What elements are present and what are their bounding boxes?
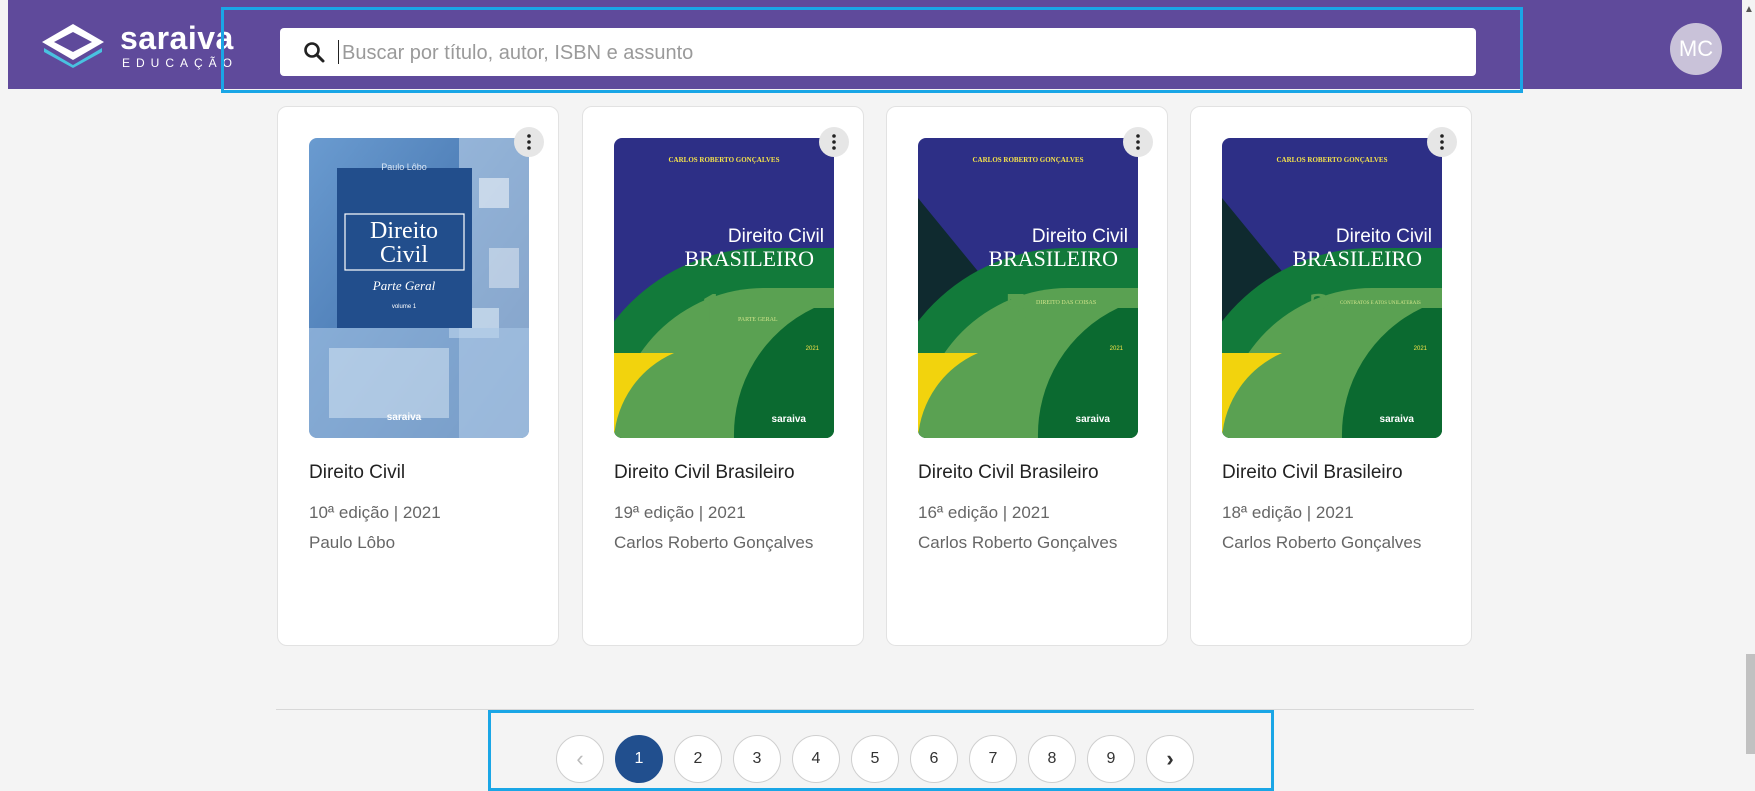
book-title[interactable]: Direito Civil	[309, 462, 405, 484]
scroll-up-arrow[interactable]: ▲	[1744, 4, 1754, 15]
saraiva-logo[interactable]: saraiva EDUCAÇÃO	[38, 20, 233, 72]
cover-year: 2021	[1110, 346, 1124, 352]
cover-author: Paulo Lôbo	[381, 162, 427, 172]
cover-year: 2021	[1414, 346, 1428, 352]
cover-art: CARLOS ROBERTO GONÇALVES Direito Civil B…	[1222, 138, 1442, 438]
cover-line1: Direito Civil	[1336, 226, 1432, 247]
cover-line1: Direito Civil	[1032, 226, 1128, 247]
page-button-5[interactable]: 5	[851, 735, 899, 783]
chevron-right-icon: ›	[1166, 746, 1174, 771]
page-button-4[interactable]: 4	[792, 735, 840, 783]
cover-line2: BRASILEIRO	[1292, 246, 1422, 271]
book-cover[interactable]: CARLOS ROBERTO GONÇALVES Direito Civil B…	[1222, 138, 1442, 438]
page-button-7[interactable]: 7	[969, 735, 1017, 783]
cover-line2: BRASILEIRO	[988, 246, 1118, 271]
more-options-button[interactable]	[1123, 127, 1153, 157]
cover-publisher: saraiva	[1380, 414, 1415, 425]
chevron-left-icon: ‹	[576, 746, 584, 771]
book-cover[interactable]: CARLOS ROBERTO GONÇALVES Direito Civil B…	[614, 138, 834, 438]
cover-art: CARLOS ROBERTO GONÇALVES Direito Civil B…	[614, 138, 834, 438]
book-card[interactable]: CARLOS ROBERTO GONÇALVES Direito Civil B…	[886, 106, 1168, 646]
page-button-9[interactable]: 9	[1087, 735, 1135, 783]
cover-subtitle: Parte Geral	[372, 278, 436, 293]
cover-author: CARLOS ROBERTO GONÇALVES	[1276, 156, 1387, 164]
cover-line1: Direito	[370, 218, 438, 244]
cover-art: Paulo Lôbo Direito Civil Parte Geral vol…	[309, 138, 529, 438]
cover-volume: volume 1	[392, 304, 417, 310]
book-card[interactable]: Paulo Lôbo Direito Civil Parte Geral vol…	[277, 106, 559, 646]
cover-number: 5	[1005, 283, 1028, 334]
book-edition: 10ª edição | 2021	[309, 503, 441, 522]
book-card[interactable]: CARLOS ROBERTO GONÇALVES Direito Civil B…	[582, 106, 864, 646]
cover-publisher: saraiva	[772, 414, 807, 425]
book-title[interactable]: Direito Civil Brasileiro	[614, 462, 795, 484]
cover-line2: Civil	[380, 242, 428, 268]
book-edition: 16ª edição | 2021	[918, 503, 1050, 522]
book-title[interactable]: Direito Civil Brasileiro	[1222, 462, 1403, 484]
prev-page-button[interactable]: ‹	[556, 735, 604, 783]
cover-number: 3	[1309, 283, 1332, 334]
logo-text: saraiva	[120, 20, 234, 56]
search-bar[interactable]	[280, 28, 1476, 76]
book-author: Paulo Lôbo	[309, 533, 396, 552]
cover-author: CARLOS ROBERTO GONÇALVES	[972, 156, 1083, 164]
book-card[interactable]: CARLOS ROBERTO GONÇALVES Direito Civil B…	[1190, 106, 1472, 646]
book-author: Carlos Roberto Gonçalves	[1222, 533, 1422, 552]
cover-publisher: saraiva	[387, 412, 422, 423]
book-author: Carlos Roberto Gonçalves	[614, 533, 814, 552]
cover-publisher: saraiva	[1076, 414, 1111, 425]
next-page-button[interactable]: ›	[1146, 735, 1194, 783]
more-options-button[interactable]	[514, 127, 544, 157]
book-author: Carlos Roberto Gonçalves	[918, 533, 1118, 552]
page-button-8[interactable]: 8	[1028, 735, 1076, 783]
cover-part: PARTE GERAL	[738, 317, 778, 323]
more-vert-icon	[527, 134, 531, 150]
search-highlight	[221, 7, 1523, 93]
book-cover[interactable]: Paulo Lôbo Direito Civil Parte Geral vol…	[309, 138, 529, 438]
more-options-button[interactable]	[1427, 127, 1457, 157]
more-options-button[interactable]	[819, 127, 849, 157]
cover-part: CONTRATOS E ATOS UNILATERAIS	[1340, 301, 1421, 306]
page-button-6[interactable]: 6	[910, 735, 958, 783]
book-cover[interactable]: CARLOS ROBERTO GONÇALVES Direito Civil B…	[918, 138, 1138, 438]
text-caret	[338, 40, 339, 64]
cover-author: CARLOS ROBERTO GONÇALVES	[668, 156, 779, 164]
scrollbar-thumb[interactable]	[1746, 654, 1755, 754]
logo-icon	[42, 24, 104, 68]
search-input[interactable]	[340, 36, 1444, 70]
more-vert-icon	[1136, 134, 1140, 150]
more-vert-icon	[1440, 134, 1444, 150]
search-icon[interactable]	[302, 40, 326, 64]
page-button-3[interactable]: 3	[733, 735, 781, 783]
pagination: ‹ 1 2 3 4 5 6 7 8 9 ›	[488, 710, 1274, 791]
book-edition: 19ª edição | 2021	[614, 503, 746, 522]
book-title[interactable]: Direito Civil Brasileiro	[918, 462, 1099, 484]
user-avatar[interactable]: MC	[1670, 23, 1722, 75]
cover-line2: BRASILEIRO	[684, 246, 814, 271]
cover-part: DIREITO DAS COISAS	[1036, 300, 1096, 306]
cover-art: CARLOS ROBERTO GONÇALVES Direito Civil B…	[918, 138, 1138, 438]
page-button-1[interactable]: 1	[615, 735, 663, 783]
cover-line1: Direito Civil	[728, 226, 824, 247]
page-button-2[interactable]: 2	[674, 735, 722, 783]
cover-number: 1	[701, 283, 724, 334]
book-edition: 18ª edição | 2021	[1222, 503, 1354, 522]
more-vert-icon	[832, 134, 836, 150]
cover-year: 2021	[806, 346, 820, 352]
